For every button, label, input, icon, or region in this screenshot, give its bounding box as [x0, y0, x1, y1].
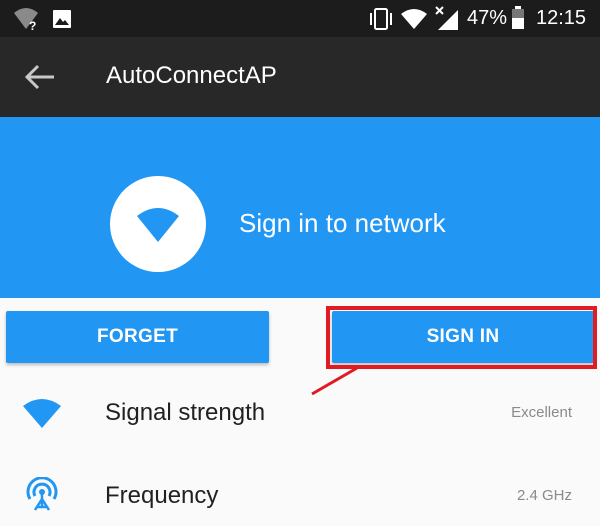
svg-text:?: ? [29, 19, 36, 31]
wifi-signal-icon [22, 397, 62, 434]
clock: 12:15 [536, 7, 587, 29]
row-value: Excellent [511, 404, 572, 421]
arrow-back-icon [24, 64, 54, 90]
network-header: Sign in to network [0, 117, 600, 298]
status-bar: ? 47% 12:15 [0, 0, 600, 37]
vibrate-icon [368, 8, 394, 35]
signal-no-data-icon [434, 6, 460, 37]
sign-in-button[interactable]: SIGN IN [332, 311, 594, 363]
battery-icon [511, 6, 525, 35]
row-label: Signal strength [105, 399, 266, 426]
row-value: 2.4 GHz [516, 487, 572, 504]
wifi-icon [400, 8, 428, 35]
row-label: Frequency [105, 482, 219, 509]
page-title: Sign in to network [239, 208, 446, 238]
back-button[interactable] [22, 61, 58, 93]
network-icon-circle [110, 176, 206, 272]
app-title: AutoConnectAP [106, 62, 277, 89]
image-icon [52, 9, 72, 34]
wifi-icon [137, 208, 179, 242]
forget-button[interactable]: FORGET [6, 311, 269, 363]
wifi-unknown-icon: ? [12, 7, 40, 36]
antenna-icon [22, 476, 62, 518]
app-bar: AutoConnectAP [0, 37, 600, 117]
battery-percent: 47% [467, 7, 508, 29]
list-item-signal-strength: Signal strength Excellent [0, 375, 600, 455]
list-item-frequency: Frequency 2.4 GHz [0, 455, 600, 526]
